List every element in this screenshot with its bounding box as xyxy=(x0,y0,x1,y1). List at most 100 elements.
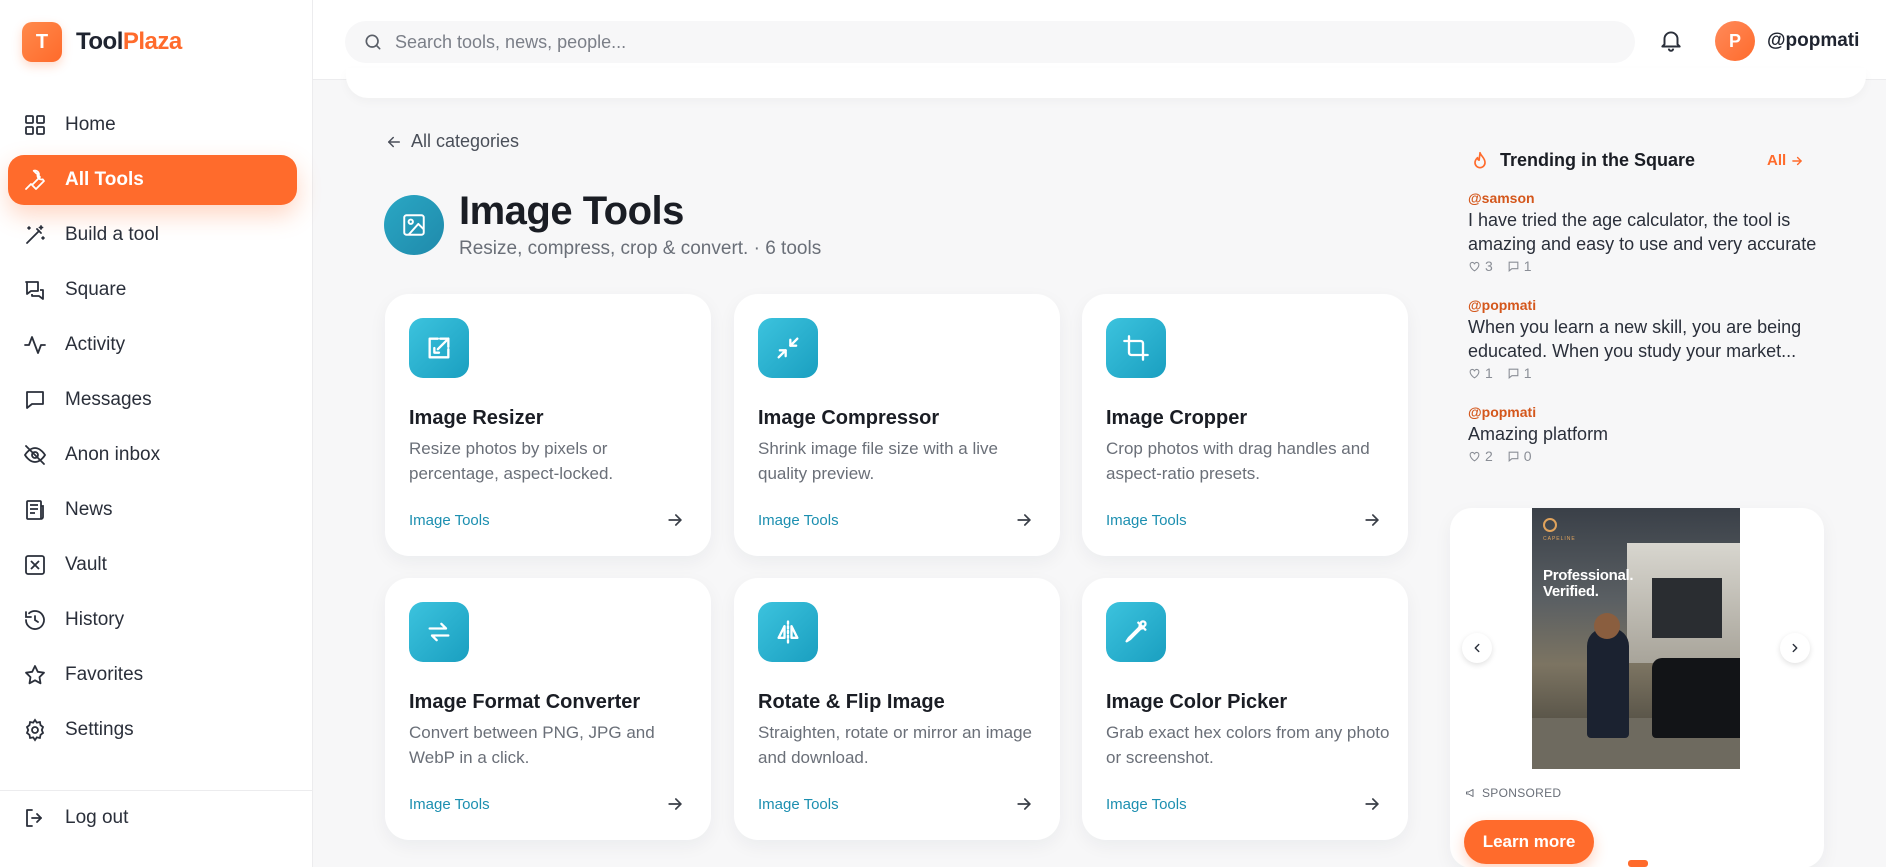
comment-icon xyxy=(1508,451,1519,462)
trending-all-link[interactable]: All xyxy=(1767,152,1804,169)
post-comments[interactable]: 0 xyxy=(1507,448,1532,464)
page-title: Image Tools xyxy=(459,189,684,233)
tool-card-image-cropper[interactable]: Image Cropper Crop photos with drag hand… xyxy=(1082,294,1408,556)
tool-description: Resize photos by pixels or percentage, a… xyxy=(409,439,614,483)
tool-category-link[interactable]: Image Tools xyxy=(758,796,839,813)
search-input[interactable] xyxy=(395,31,1595,53)
avatar[interactable]: P xyxy=(1715,21,1755,61)
tool-title: Image Format Converter xyxy=(409,691,641,713)
post-comments[interactable]: 1 xyxy=(1507,258,1532,274)
username[interactable]: @popmati xyxy=(1767,30,1859,52)
sidebar-item-label: All Tools xyxy=(65,169,144,190)
sidebar-item-label: Square xyxy=(65,279,127,300)
crop-icon xyxy=(1123,335,1149,361)
ad-image-window xyxy=(1652,578,1722,638)
sidebar-divider xyxy=(0,790,312,791)
sidebar-item-activity[interactable]: Activity xyxy=(8,320,297,370)
carousel-prev-button[interactable] xyxy=(1462,633,1492,663)
flame-icon xyxy=(1474,151,1486,168)
post-text: I have tried the age calculator, the too… xyxy=(1468,210,1817,254)
post-likes-count: 2 xyxy=(1485,448,1493,464)
logo[interactable]: T ToolPlaza xyxy=(22,22,182,62)
tool-title: Image Compressor xyxy=(758,407,940,429)
arrow-right-icon[interactable] xyxy=(1014,510,1034,530)
tool-description: Shrink image file size with a live quali… xyxy=(758,439,998,483)
arrow-right-icon[interactable] xyxy=(665,510,685,530)
arrow-right-icon[interactable] xyxy=(1362,510,1382,530)
ad-image-head xyxy=(1594,613,1620,639)
sidebar: T ToolPlaza Home All Tools Build a tool … xyxy=(0,0,313,867)
sidebar-item-history[interactable]: History xyxy=(8,595,297,645)
sidebar-item-build-a-tool[interactable]: Build a tool xyxy=(8,210,297,260)
post-likes-count: 1 xyxy=(1485,365,1493,381)
ad-headline: Professional. Verified. xyxy=(1543,568,1634,600)
search-icon xyxy=(365,34,381,50)
logo-mark: T xyxy=(22,22,62,62)
sponsored-label: SPONSORED xyxy=(1465,786,1561,800)
trending-post[interactable]: @popmati Amazing platform 2 0 xyxy=(1468,404,1818,464)
ad-image[interactable]: CAPELINE Professional. Verified. xyxy=(1532,508,1740,769)
bell-icon[interactable] xyxy=(1658,27,1684,53)
trending-post[interactable]: @samson I have tried the age calculator,… xyxy=(1468,190,1818,274)
tool-category-link[interactable]: Image Tools xyxy=(409,796,490,813)
history-icon xyxy=(25,610,45,630)
tool-icon-tile xyxy=(409,318,469,378)
search-box[interactable] xyxy=(345,21,1635,63)
post-comments-count: 0 xyxy=(1523,448,1532,464)
all-categories-link[interactable]: All categories xyxy=(385,131,519,152)
ad-image-car xyxy=(1652,658,1740,738)
post-meta: 2 0 xyxy=(1468,448,1818,464)
resize-icon xyxy=(428,337,450,359)
tool-title: Image Cropper xyxy=(1106,407,1248,429)
carousel-indicator[interactable] xyxy=(1628,860,1648,867)
tool-description: Grab exact hex colors from any photo or … xyxy=(1106,723,1390,767)
arrow-right-icon[interactable] xyxy=(1362,794,1382,814)
post-handle[interactable]: @popmati xyxy=(1468,404,1818,420)
tool-category-link[interactable]: Image Tools xyxy=(1106,512,1187,529)
sidebar-item-label: Favorites xyxy=(65,664,144,685)
image-category-icon xyxy=(384,195,444,255)
sidebar-item-all-tools[interactable]: All Tools xyxy=(8,155,297,205)
learn-more-button[interactable]: Learn more xyxy=(1464,820,1594,864)
tool-description: Straighten, rotate or mirror an image an… xyxy=(758,723,1033,767)
tool-category-link[interactable]: Image Tools xyxy=(409,512,490,529)
logout-button[interactable]: Log out xyxy=(23,806,128,830)
tool-category-link[interactable]: Image Tools xyxy=(758,512,839,529)
tool-card-image-compressor[interactable]: Image Compressor Shrink image file size … xyxy=(734,294,1060,556)
trending-post[interactable]: @popmati When you learn a new skill, you… xyxy=(1468,297,1818,381)
post-handle[interactable]: @samson xyxy=(1468,190,1818,206)
carousel-next-button[interactable] xyxy=(1780,633,1810,663)
arrow-right-icon[interactable] xyxy=(1014,794,1034,814)
arrow-right-icon[interactable] xyxy=(665,794,685,814)
convert-icon xyxy=(428,622,450,642)
post-likes[interactable]: 3 xyxy=(1468,258,1493,274)
tool-card-image-color-picker[interactable]: Image Color Picker Grab exact hex colors… xyxy=(1082,578,1408,840)
sidebar-item-news[interactable]: News xyxy=(8,485,297,535)
sidebar-item-favorites[interactable]: Favorites xyxy=(8,650,297,700)
tool-category-link[interactable]: Image Tools xyxy=(1106,796,1187,813)
sidebar-item-anon-inbox[interactable]: Anon inbox xyxy=(8,430,297,480)
sidebar-item-settings[interactable]: Settings xyxy=(8,705,297,755)
tool-card-rotate-flip-image[interactable]: Rotate & Flip Image Straighten, rotate o… xyxy=(734,578,1060,840)
grid-icon xyxy=(25,115,45,135)
tool-card-image-resizer[interactable]: Image Resizer Resize photos by pixels or… xyxy=(385,294,711,556)
tool-title: Image Resizer xyxy=(409,407,544,429)
post-comments[interactable]: 1 xyxy=(1507,365,1532,381)
compress-icon xyxy=(777,337,799,359)
sidebar-item-vault[interactable]: Vault xyxy=(8,540,297,590)
sidebar-item-home[interactable]: Home xyxy=(8,100,297,150)
post-handle[interactable]: @popmati xyxy=(1468,297,1818,313)
post-likes[interactable]: 2 xyxy=(1468,448,1493,464)
tool-icon-tile xyxy=(409,602,469,662)
logout-icon xyxy=(26,809,42,827)
sidebar-item-square[interactable]: Square xyxy=(8,265,297,315)
sidebar-item-label: Build a tool xyxy=(65,224,160,245)
post-likes[interactable]: 1 xyxy=(1468,365,1493,381)
tool-card-image-format-converter[interactable]: Image Format Converter Convert between P… xyxy=(385,578,711,840)
message-icon xyxy=(26,391,44,409)
image-icon xyxy=(403,214,425,236)
tool-title: Rotate & Flip Image xyxy=(758,691,945,713)
post-comments-count: 1 xyxy=(1523,365,1532,381)
sidebar-item-messages[interactable]: Messages xyxy=(8,375,297,425)
sidebar-item-label: History xyxy=(65,609,125,630)
